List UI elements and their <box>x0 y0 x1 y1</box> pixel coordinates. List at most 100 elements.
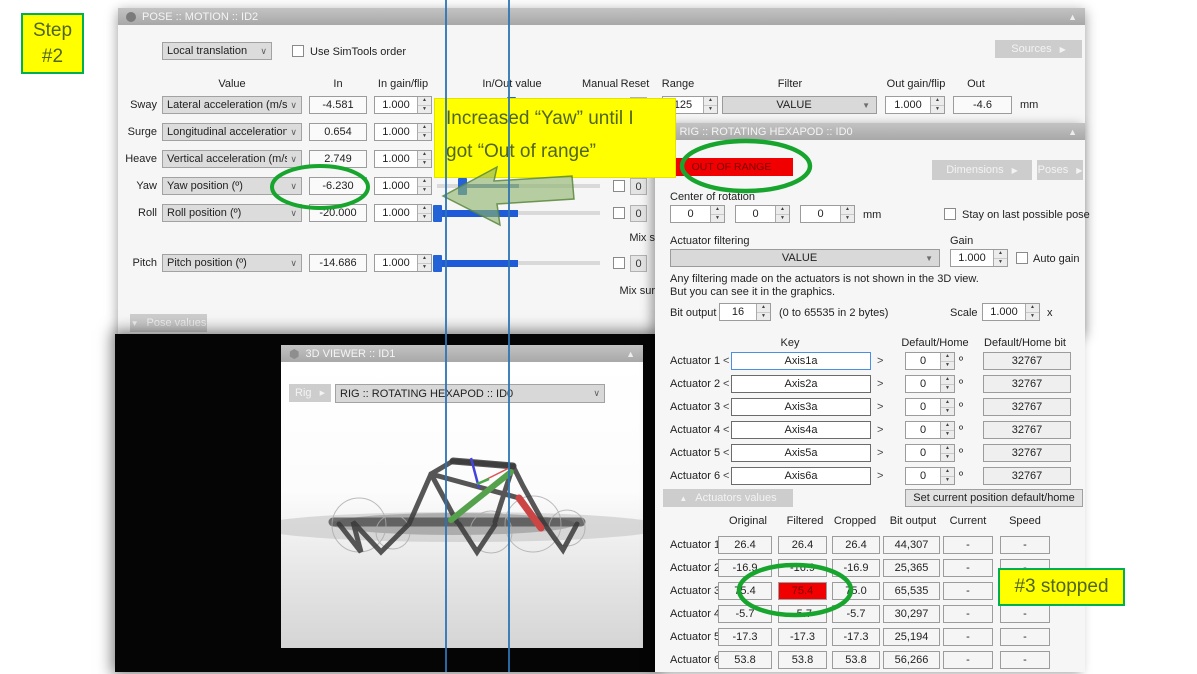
key-next-button[interactable]: > <box>877 424 883 436</box>
key-input[interactable]: Axis2a <box>731 375 871 393</box>
set-home-button[interactable]: Set current position default/home <box>905 489 1083 507</box>
pitch-manual-checkbox[interactable] <box>613 257 625 269</box>
key-next-button[interactable]: > <box>877 355 883 367</box>
key-input[interactable]: Axis1a <box>731 352 871 370</box>
spin-up-icon[interactable]: ▲ <box>704 97 717 106</box>
spin-up-icon[interactable]: ▲ <box>931 97 944 106</box>
spin-down-icon[interactable]: ▼ <box>418 133 431 141</box>
heave-source-dropdown[interactable]: Vertical acceleration (m/s²)∨ <box>162 150 302 168</box>
heave-gain-spinner[interactable]: 1.000▲▼ <box>374 150 432 168</box>
roll-slider-thumb[interactable] <box>433 205 442 222</box>
yaw-gain-spinner[interactable]: 1.000▲▼ <box>374 177 432 195</box>
spin-up-icon[interactable]: ▲ <box>418 178 431 187</box>
surge-gain-spinner[interactable]: 1.000▲▼ <box>374 123 432 141</box>
viewer-rig-dropdown[interactable]: RIG :: ROTATING HEXAPOD :: ID0 ∨ <box>335 384 605 403</box>
spin-down-icon[interactable]: ▼ <box>704 106 717 114</box>
key-input[interactable]: Axis5a <box>731 444 871 462</box>
spin-up-icon[interactable]: ▲ <box>941 468 954 477</box>
translation-mode-dropdown[interactable]: Local translation ∨ <box>162 42 272 60</box>
yaw-slider[interactable] <box>437 184 600 188</box>
spin-up-icon[interactable]: ▲ <box>418 151 431 160</box>
spin-up-icon[interactable]: ▲ <box>941 445 954 454</box>
key-next-button[interactable]: > <box>877 470 883 482</box>
key-input[interactable]: Axis6a <box>731 467 871 485</box>
roll-slider[interactable] <box>437 211 600 215</box>
roll-source-dropdown[interactable]: Roll position (º)∨ <box>162 204 302 222</box>
sources-button[interactable]: Sources ▶ <box>995 40 1082 58</box>
spin-down-icon[interactable]: ▼ <box>418 106 431 114</box>
spin-up-icon[interactable]: ▲ <box>776 206 789 215</box>
sway-source-dropdown[interactable]: Lateral acceleration (m/s²)∨ <box>162 96 302 114</box>
spin-down-icon[interactable]: ▼ <box>941 454 954 462</box>
spin-down-icon[interactable]: ▼ <box>776 215 789 223</box>
spin-down-icon[interactable]: ▼ <box>757 313 770 321</box>
spin-down-icon[interactable]: ▼ <box>418 187 431 195</box>
bit-output-spinner[interactable]: 16▲▼ <box>719 303 771 321</box>
key-input[interactable]: Axis3a <box>731 398 871 416</box>
spin-up-icon[interactable]: ▲ <box>418 124 431 133</box>
spin-up-icon[interactable]: ▲ <box>418 255 431 264</box>
collapse-icon[interactable]: ▲ <box>1068 12 1077 22</box>
key-prev-button[interactable]: < <box>723 401 729 413</box>
spin-up-icon[interactable]: ▲ <box>418 205 431 214</box>
home-spinner[interactable]: 0▲▼ <box>905 398 955 416</box>
dimensions-button[interactable]: Dimensions ▶ <box>932 160 1032 180</box>
spin-down-icon[interactable]: ▼ <box>418 214 431 222</box>
viewport[interactable]: Rig ▶ RIG :: ROTATING HEXAPOD :: ID0 ∨ <box>281 362 643 648</box>
spin-down-icon[interactable]: ▼ <box>941 362 954 370</box>
roll-gain-spinner[interactable]: 1.000▲▼ <box>374 204 432 222</box>
cor-z-spinner[interactable]: 0▲▼ <box>800 205 855 223</box>
home-spinner[interactable]: 0▲▼ <box>905 421 955 439</box>
key-next-button[interactable]: > <box>877 378 883 390</box>
spin-up-icon[interactable]: ▲ <box>994 250 1007 259</box>
spin-down-icon[interactable]: ▼ <box>1026 313 1039 321</box>
pitch-slider[interactable] <box>437 261 600 265</box>
key-prev-button[interactable]: < <box>723 424 729 436</box>
home-spinner[interactable]: 0▲▼ <box>905 375 955 393</box>
spin-up-icon[interactable]: ▲ <box>841 206 854 215</box>
home-spinner[interactable]: 0▲▼ <box>905 467 955 485</box>
simtools-order-checkbox[interactable] <box>292 45 304 57</box>
home-spinner[interactable]: 0▲▼ <box>905 352 955 370</box>
gain-spinner[interactable]: 1.000▲▼ <box>950 249 1008 267</box>
spin-down-icon[interactable]: ▼ <box>931 106 944 114</box>
poses-button[interactable]: Poses ▶ <box>1037 160 1083 180</box>
pitch-reset-button[interactable]: 0 <box>630 255 647 272</box>
spin-down-icon[interactable]: ▼ <box>941 408 954 416</box>
key-prev-button[interactable]: < <box>723 447 729 459</box>
key-input[interactable]: Axis4a <box>731 421 871 439</box>
yaw-reset-button[interactable]: 0 <box>630 178 647 195</box>
spin-up-icon[interactable]: ▲ <box>941 376 954 385</box>
actuators-values-button[interactable]: ▲ Actuators values <box>663 489 793 507</box>
spin-down-icon[interactable]: ▼ <box>941 431 954 439</box>
key-prev-button[interactable]: < <box>723 355 729 367</box>
spin-up-icon[interactable]: ▲ <box>941 353 954 362</box>
pitch-source-dropdown[interactable]: Pitch position (º)∨ <box>162 254 302 272</box>
pitch-gain-spinner[interactable]: 1.000▲▼ <box>374 254 432 272</box>
sway-gain-spinner[interactable]: 1.000▲▼ <box>374 96 432 114</box>
cor-x-spinner[interactable]: 0▲▼ <box>670 205 725 223</box>
home-spinner[interactable]: 0▲▼ <box>905 444 955 462</box>
spin-down-icon[interactable]: ▼ <box>711 215 724 223</box>
auto-gain-checkbox[interactable] <box>1016 252 1028 264</box>
viewer-titlebar[interactable]: ⬢ 3D VIEWER :: ID1 ▲ <box>281 345 643 362</box>
roll-reset-button[interactable]: 0 <box>630 205 647 222</box>
spin-up-icon[interactable]: ▲ <box>1026 304 1039 313</box>
sway-filter-dropdown[interactable]: VALUE▼ <box>722 96 877 114</box>
rig-titlebar[interactable]: ⬢ RIG :: ROTATING HEXAPOD :: ID0 ▲ <box>655 123 1085 140</box>
yaw-manual-checkbox[interactable] <box>613 180 625 192</box>
key-next-button[interactable]: > <box>877 401 883 413</box>
yaw-source-dropdown[interactable]: Yaw position (º)∨ <box>162 177 302 195</box>
spin-up-icon[interactable]: ▲ <box>757 304 770 313</box>
collapse-icon[interactable]: ▲ <box>1068 127 1077 137</box>
key-prev-button[interactable]: < <box>723 470 729 482</box>
pose-values-button[interactable]: ▼ Pose values <box>130 314 207 332</box>
stay-on-pose-checkbox[interactable] <box>944 208 956 220</box>
spin-up-icon[interactable]: ▲ <box>711 206 724 215</box>
actuator-filter-dropdown[interactable]: VALUE ▼ <box>670 249 940 267</box>
spin-down-icon[interactable]: ▼ <box>418 160 431 168</box>
pose-window-titlebar[interactable]: POSE :: MOTION :: ID2 ▲ <box>118 8 1085 25</box>
spin-down-icon[interactable]: ▼ <box>941 385 954 393</box>
spin-up-icon[interactable]: ▲ <box>941 422 954 431</box>
sway-out-gain-spinner[interactable]: 1.000▲▼ <box>885 96 945 114</box>
